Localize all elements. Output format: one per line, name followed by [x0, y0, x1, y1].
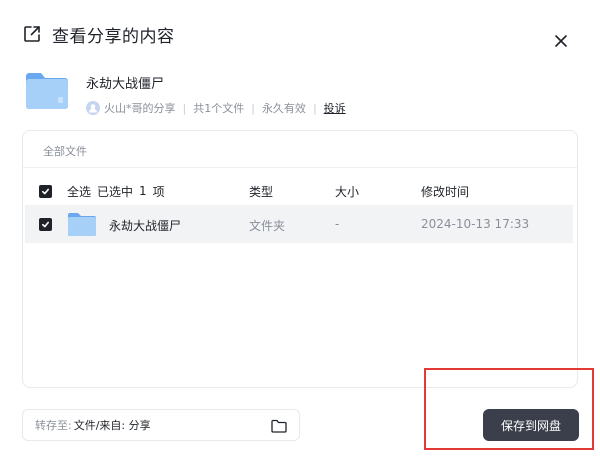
folder-outline-icon[interactable] [271, 419, 287, 433]
destination-value: 文件/来自: 分享 [73, 419, 151, 432]
meta-separator: | [251, 101, 255, 115]
report-link[interactable]: 投诉 [324, 100, 346, 116]
share-external-icon [24, 26, 40, 42]
save-destination-selector[interactable]: 转存至: 文件/来自: 分享 [22, 409, 300, 441]
select-all-checkbox[interactable] [39, 184, 52, 198]
column-size: 大小 [335, 184, 360, 199]
meta-separator: | [312, 101, 317, 115]
dialog-title: 查看分享的内容 [52, 26, 175, 47]
share-info: 永劫大战僵尸 火山*哥的分享 | 共1个文件 | 永久有效 | 投诉 [24, 70, 346, 116]
checkbox-checked-icon [41, 188, 50, 194]
column-modified: 修改时间 [421, 184, 470, 199]
dialog-header: 查看分享的内容 [22, 20, 175, 48]
selected-count: 1 [139, 184, 147, 198]
meta-separator: | [182, 101, 187, 115]
file-size: - [335, 217, 340, 231]
table-row[interactable]: 永劫大战僵尸 文件夹 - 2024-10-13 17:33 [25, 205, 573, 243]
folder-icon [26, 73, 68, 109]
share-meta: 火山*哥的分享 | 共1个文件 | 永久有效 | 投诉 [86, 100, 346, 116]
file-count: 共1个文件 [193, 102, 245, 115]
table-header: 全选 已选中 1 项 类型 大小 修改时间 [23, 177, 577, 205]
checkbox-checked-icon [41, 221, 50, 228]
column-type: 类型 [249, 184, 274, 199]
sharer-name: 火山*哥的分享 [104, 102, 176, 115]
share-dialog: 查看分享的内容 永劫大战僵尸 火山*哥的分享 | 共1个文件 | 永久有效 | … [0, 0, 600, 460]
avatar-icon [86, 101, 100, 115]
selected-suffix: 项 [152, 184, 165, 199]
share-name: 永劫大战僵尸 [86, 77, 165, 92]
validity: 永久有效 [261, 102, 306, 115]
destination-label: 转存至: [35, 419, 72, 432]
save-to-netdisk-button[interactable]: 保存到网盘 [483, 409, 579, 441]
folder-icon [68, 213, 96, 236]
file-type: 文件夹 [249, 219, 286, 233]
file-name[interactable]: 永劫大战僵尸 [109, 217, 181, 234]
file-modified: 2024-10-13 17:33 [421, 217, 530, 231]
selection-summary: 全选 已选中 1 项 [67, 183, 165, 200]
divider [23, 167, 577, 168]
breadcrumb[interactable]: 全部文件 [43, 143, 87, 159]
row-checkbox[interactable] [39, 218, 52, 231]
close-icon[interactable] [552, 32, 570, 50]
select-all-label: 全选 [67, 184, 92, 199]
selected-prefix: 已选中 [97, 184, 134, 199]
file-list-panel: 全部文件 全选 已选中 1 项 类型 大小 修改时间 永劫大战僵尸 文件夹 - … [22, 130, 578, 388]
